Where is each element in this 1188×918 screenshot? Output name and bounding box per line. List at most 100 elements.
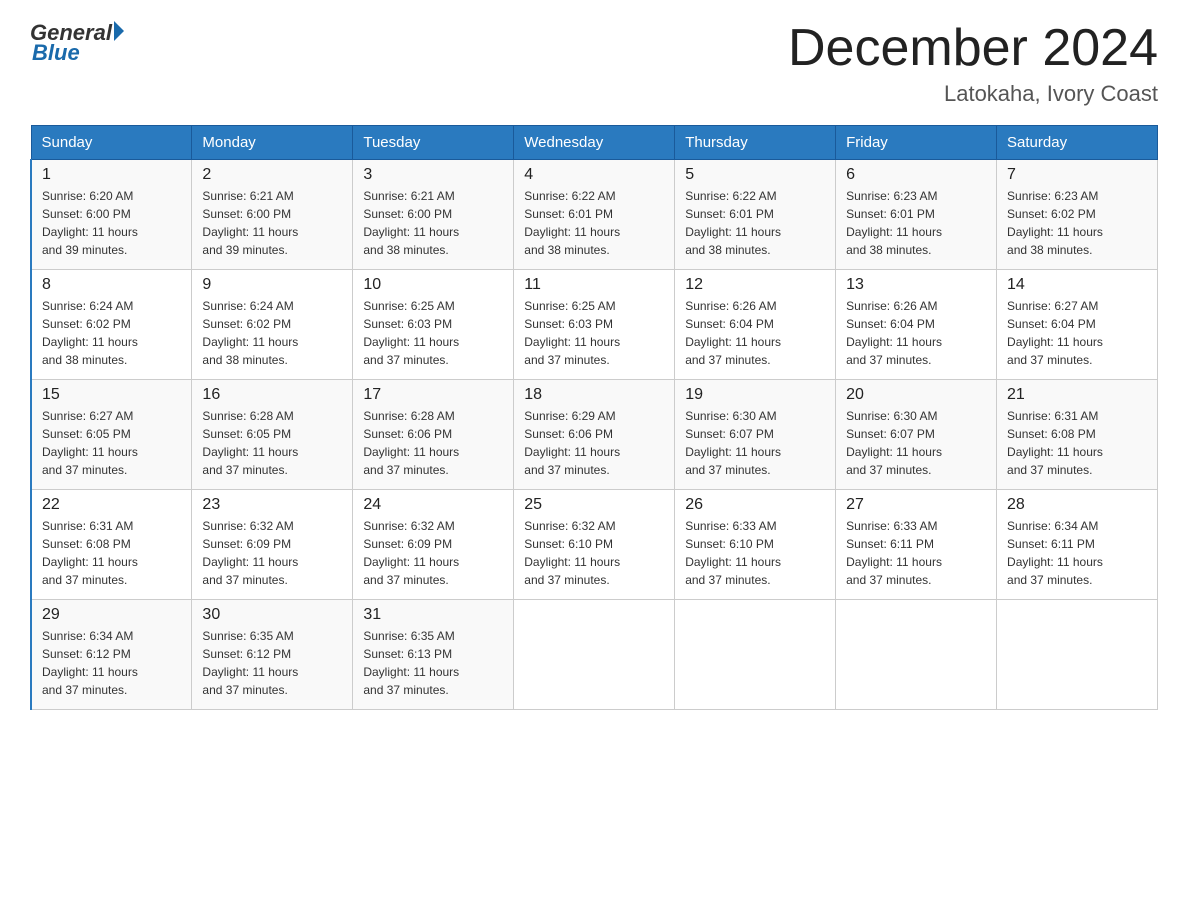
day-info: Sunrise: 6:23 AMSunset: 6:01 PMDaylight:… xyxy=(846,189,942,257)
table-row: 4 Sunrise: 6:22 AMSunset: 6:01 PMDayligh… xyxy=(514,160,675,270)
day-number: 3 xyxy=(363,166,503,184)
day-info: Sunrise: 6:32 AMSunset: 6:10 PMDaylight:… xyxy=(524,519,620,587)
col-wednesday: Wednesday xyxy=(514,126,675,160)
day-number: 24 xyxy=(363,496,503,514)
day-info: Sunrise: 6:24 AMSunset: 6:02 PMDaylight:… xyxy=(42,299,138,367)
page-header: General Blue December 2024 Latokaha, Ivo… xyxy=(30,20,1158,107)
table-row: 14 Sunrise: 6:27 AMSunset: 6:04 PMDaylig… xyxy=(997,270,1158,380)
day-number: 13 xyxy=(846,276,986,294)
day-info: Sunrise: 6:32 AMSunset: 6:09 PMDaylight:… xyxy=(363,519,459,587)
col-monday: Monday xyxy=(192,126,353,160)
page-title: December 2024 xyxy=(788,20,1158,77)
table-row: 8 Sunrise: 6:24 AMSunset: 6:02 PMDayligh… xyxy=(31,270,192,380)
table-row xyxy=(997,600,1158,710)
day-number: 4 xyxy=(524,166,664,184)
table-row: 24 Sunrise: 6:32 AMSunset: 6:09 PMDaylig… xyxy=(353,490,514,600)
day-info: Sunrise: 6:32 AMSunset: 6:09 PMDaylight:… xyxy=(202,519,298,587)
day-info: Sunrise: 6:28 AMSunset: 6:05 PMDaylight:… xyxy=(202,409,298,477)
table-row: 22 Sunrise: 6:31 AMSunset: 6:08 PMDaylig… xyxy=(31,490,192,600)
day-number: 1 xyxy=(42,166,181,184)
day-number: 7 xyxy=(1007,166,1147,184)
day-number: 23 xyxy=(202,496,342,514)
day-number: 19 xyxy=(685,386,825,404)
table-row: 17 Sunrise: 6:28 AMSunset: 6:06 PMDaylig… xyxy=(353,380,514,490)
table-row: 31 Sunrise: 6:35 AMSunset: 6:13 PMDaylig… xyxy=(353,600,514,710)
table-row: 1 Sunrise: 6:20 AMSunset: 6:00 PMDayligh… xyxy=(31,160,192,270)
table-row: 19 Sunrise: 6:30 AMSunset: 6:07 PMDaylig… xyxy=(675,380,836,490)
table-row: 2 Sunrise: 6:21 AMSunset: 6:00 PMDayligh… xyxy=(192,160,353,270)
table-row: 9 Sunrise: 6:24 AMSunset: 6:02 PMDayligh… xyxy=(192,270,353,380)
calendar-header-row: Sunday Monday Tuesday Wednesday Thursday… xyxy=(31,126,1158,160)
day-info: Sunrise: 6:29 AMSunset: 6:06 PMDaylight:… xyxy=(524,409,620,477)
table-row: 27 Sunrise: 6:33 AMSunset: 6:11 PMDaylig… xyxy=(836,490,997,600)
table-row: 10 Sunrise: 6:25 AMSunset: 6:03 PMDaylig… xyxy=(353,270,514,380)
day-number: 27 xyxy=(846,496,986,514)
day-number: 25 xyxy=(524,496,664,514)
table-row: 28 Sunrise: 6:34 AMSunset: 6:11 PMDaylig… xyxy=(997,490,1158,600)
day-info: Sunrise: 6:33 AMSunset: 6:10 PMDaylight:… xyxy=(685,519,781,587)
day-info: Sunrise: 6:27 AMSunset: 6:04 PMDaylight:… xyxy=(1007,299,1103,367)
day-number: 10 xyxy=(363,276,503,294)
logo-arrow-icon xyxy=(114,21,124,41)
day-info: Sunrise: 6:22 AMSunset: 6:01 PMDaylight:… xyxy=(685,189,781,257)
col-sunday: Sunday xyxy=(31,126,192,160)
day-number: 26 xyxy=(685,496,825,514)
table-row: 5 Sunrise: 6:22 AMSunset: 6:01 PMDayligh… xyxy=(675,160,836,270)
calendar-week-row: 1 Sunrise: 6:20 AMSunset: 6:00 PMDayligh… xyxy=(31,160,1158,270)
title-section: December 2024 Latokaha, Ivory Coast xyxy=(788,20,1158,107)
table-row: 3 Sunrise: 6:21 AMSunset: 6:00 PMDayligh… xyxy=(353,160,514,270)
day-number: 31 xyxy=(363,606,503,624)
day-number: 17 xyxy=(363,386,503,404)
day-number: 12 xyxy=(685,276,825,294)
day-info: Sunrise: 6:30 AMSunset: 6:07 PMDaylight:… xyxy=(846,409,942,477)
day-number: 11 xyxy=(524,276,664,294)
calendar-table: Sunday Monday Tuesday Wednesday Thursday… xyxy=(30,125,1158,710)
day-number: 29 xyxy=(42,606,181,624)
day-number: 30 xyxy=(202,606,342,624)
day-info: Sunrise: 6:31 AMSunset: 6:08 PMDaylight:… xyxy=(42,519,138,587)
col-tuesday: Tuesday xyxy=(353,126,514,160)
calendar-week-row: 22 Sunrise: 6:31 AMSunset: 6:08 PMDaylig… xyxy=(31,490,1158,600)
col-saturday: Saturday xyxy=(997,126,1158,160)
day-info: Sunrise: 6:35 AMSunset: 6:13 PMDaylight:… xyxy=(363,629,459,697)
day-info: Sunrise: 6:35 AMSunset: 6:12 PMDaylight:… xyxy=(202,629,298,697)
table-row: 30 Sunrise: 6:35 AMSunset: 6:12 PMDaylig… xyxy=(192,600,353,710)
day-info: Sunrise: 6:28 AMSunset: 6:06 PMDaylight:… xyxy=(363,409,459,477)
table-row: 15 Sunrise: 6:27 AMSunset: 6:05 PMDaylig… xyxy=(31,380,192,490)
page-subtitle: Latokaha, Ivory Coast xyxy=(788,81,1158,107)
day-number: 8 xyxy=(42,276,181,294)
table-row xyxy=(836,600,997,710)
table-row: 12 Sunrise: 6:26 AMSunset: 6:04 PMDaylig… xyxy=(675,270,836,380)
table-row: 25 Sunrise: 6:32 AMSunset: 6:10 PMDaylig… xyxy=(514,490,675,600)
table-row: 26 Sunrise: 6:33 AMSunset: 6:10 PMDaylig… xyxy=(675,490,836,600)
day-number: 14 xyxy=(1007,276,1147,294)
day-number: 6 xyxy=(846,166,986,184)
day-number: 20 xyxy=(846,386,986,404)
table-row: 13 Sunrise: 6:26 AMSunset: 6:04 PMDaylig… xyxy=(836,270,997,380)
table-row: 29 Sunrise: 6:34 AMSunset: 6:12 PMDaylig… xyxy=(31,600,192,710)
day-number: 22 xyxy=(42,496,181,514)
calendar-week-row: 15 Sunrise: 6:27 AMSunset: 6:05 PMDaylig… xyxy=(31,380,1158,490)
col-friday: Friday xyxy=(836,126,997,160)
day-info: Sunrise: 6:27 AMSunset: 6:05 PMDaylight:… xyxy=(42,409,138,477)
day-info: Sunrise: 6:34 AMSunset: 6:12 PMDaylight:… xyxy=(42,629,138,697)
day-info: Sunrise: 6:20 AMSunset: 6:00 PMDaylight:… xyxy=(42,189,138,257)
col-thursday: Thursday xyxy=(675,126,836,160)
day-info: Sunrise: 6:24 AMSunset: 6:02 PMDaylight:… xyxy=(202,299,298,367)
day-number: 15 xyxy=(42,386,181,404)
day-number: 28 xyxy=(1007,496,1147,514)
calendar-week-row: 8 Sunrise: 6:24 AMSunset: 6:02 PMDayligh… xyxy=(31,270,1158,380)
day-number: 18 xyxy=(524,386,664,404)
day-info: Sunrise: 6:26 AMSunset: 6:04 PMDaylight:… xyxy=(685,299,781,367)
day-info: Sunrise: 6:22 AMSunset: 6:01 PMDaylight:… xyxy=(524,189,620,257)
day-number: 5 xyxy=(685,166,825,184)
table-row: 23 Sunrise: 6:32 AMSunset: 6:09 PMDaylig… xyxy=(192,490,353,600)
table-row xyxy=(514,600,675,710)
day-info: Sunrise: 6:21 AMSunset: 6:00 PMDaylight:… xyxy=(363,189,459,257)
table-row: 21 Sunrise: 6:31 AMSunset: 6:08 PMDaylig… xyxy=(997,380,1158,490)
day-info: Sunrise: 6:21 AMSunset: 6:00 PMDaylight:… xyxy=(202,189,298,257)
logo-blue: Blue xyxy=(30,40,124,66)
day-number: 9 xyxy=(202,276,342,294)
table-row: 18 Sunrise: 6:29 AMSunset: 6:06 PMDaylig… xyxy=(514,380,675,490)
day-number: 16 xyxy=(202,386,342,404)
